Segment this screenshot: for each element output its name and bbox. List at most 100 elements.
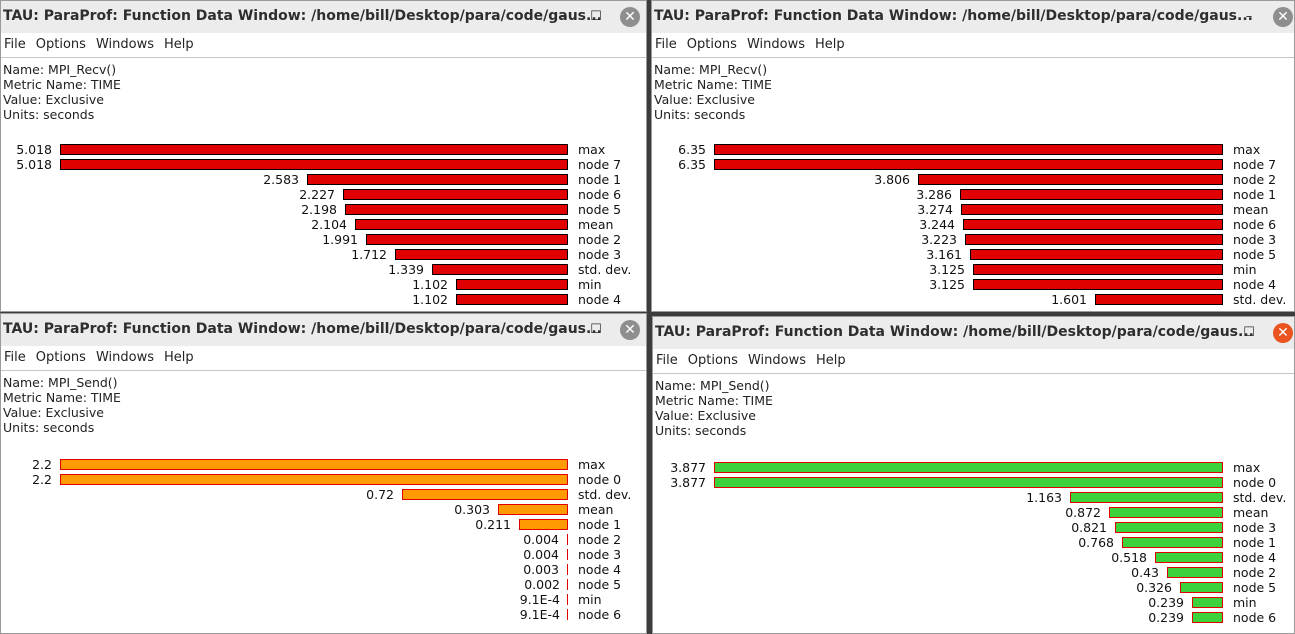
bar-row[interactable]: 2.2 max (1, 457, 646, 472)
value-bar[interactable] (343, 189, 568, 200)
bar-row[interactable]: 0.326 node 5 (653, 580, 1294, 595)
value-bar[interactable] (1192, 612, 1223, 623)
minimize-icon[interactable]: – (1239, 7, 1259, 27)
value-bar[interactable] (965, 234, 1223, 245)
value-bar[interactable] (714, 477, 1223, 488)
value-bar[interactable] (963, 219, 1223, 230)
bar-row[interactable]: 3.125 node 4 (652, 277, 1294, 292)
bar-row[interactable]: 6.35 max (652, 142, 1294, 157)
menu-file[interactable]: File (1, 33, 30, 52)
bar-row[interactable]: 0.43 node 2 (653, 565, 1294, 580)
bar-row[interactable]: 0.003 node 4 (1, 562, 646, 577)
value-bar[interactable] (1109, 507, 1223, 518)
menu-options[interactable]: Options (684, 33, 741, 52)
close-icon[interactable]: ✕ (620, 7, 640, 27)
bar-row[interactable]: 3.274 mean (652, 202, 1294, 217)
minimize-icon[interactable]: – (554, 320, 574, 340)
bar-row[interactable]: 0.239 node 6 (653, 610, 1294, 625)
menu-help[interactable]: Help (161, 33, 198, 52)
title-bar[interactable]: TAU: ParaProf: Function Data Window: /ho… (653, 317, 1294, 350)
bar-row[interactable]: 1.339 std. dev. (1, 262, 646, 277)
value-bar[interactable] (366, 234, 568, 245)
value-bar[interactable] (345, 204, 568, 215)
bar-row[interactable]: 3.877 max (653, 460, 1294, 475)
value-bar[interactable] (567, 579, 568, 590)
menu-file[interactable]: File (653, 349, 682, 368)
value-bar[interactable] (307, 174, 568, 185)
bar-row[interactable]: 3.161 node 5 (652, 247, 1294, 262)
value-bar[interactable] (1115, 522, 1223, 533)
value-bar[interactable] (1122, 537, 1223, 548)
bar-row[interactable]: 3.286 node 1 (652, 187, 1294, 202)
value-bar[interactable] (714, 144, 1223, 155)
menu-windows[interactable]: Windows (93, 33, 158, 52)
close-icon[interactable]: ✕ (1273, 323, 1293, 343)
bar-row[interactable]: 2.198 node 5 (1, 202, 646, 217)
value-bar[interactable] (567, 609, 568, 620)
value-bar[interactable] (973, 279, 1223, 290)
value-bar[interactable] (1095, 294, 1223, 305)
bar-row[interactable]: 1.102 node 4 (1, 292, 646, 307)
bar-row[interactable]: 5.018 node 7 (1, 157, 646, 172)
value-bar[interactable] (1192, 597, 1223, 608)
value-bar[interactable] (960, 189, 1223, 200)
menu-help[interactable]: Help (812, 33, 849, 52)
minimize-icon[interactable]: – (554, 7, 574, 27)
value-bar[interactable] (1167, 567, 1223, 578)
value-bar[interactable] (567, 549, 568, 560)
value-bar[interactable] (970, 249, 1223, 260)
value-bar[interactable] (60, 459, 568, 470)
menu-options[interactable]: Options (33, 33, 90, 52)
maximize-icon[interactable]: ☐ (586, 320, 606, 340)
bar-row[interactable]: 2.227 node 6 (1, 187, 646, 202)
menu-windows[interactable]: Windows (93, 346, 158, 365)
bar-row[interactable]: 0.821 node 3 (653, 520, 1294, 535)
bar-row[interactable]: 0.002 node 5 (1, 577, 646, 592)
bar-row[interactable]: 0.004 node 3 (1, 547, 646, 562)
value-bar[interactable] (60, 474, 568, 485)
menu-options[interactable]: Options (685, 349, 742, 368)
bar-row[interactable]: 1.991 node 2 (1, 232, 646, 247)
bar-row[interactable]: 0.768 node 1 (653, 535, 1294, 550)
value-bar[interactable] (456, 294, 568, 305)
value-bar[interactable] (1180, 582, 1223, 593)
value-bar[interactable] (60, 159, 568, 170)
menu-help[interactable]: Help (813, 349, 850, 368)
menu-file[interactable]: File (652, 33, 681, 52)
menu-windows[interactable]: Windows (744, 33, 809, 52)
bar-row[interactable]: 0.004 node 2 (1, 532, 646, 547)
value-bar[interactable] (402, 489, 568, 500)
value-bar[interactable] (714, 462, 1223, 473)
bar-row[interactable]: 2.2 node 0 (1, 472, 646, 487)
title-bar[interactable]: TAU: ParaProf: Function Data Window: /ho… (1, 314, 646, 347)
menu-options[interactable]: Options (33, 346, 90, 365)
value-bar[interactable] (567, 534, 568, 545)
value-bar[interactable] (1155, 552, 1223, 563)
bar-row[interactable]: 3.244 node 6 (652, 217, 1294, 232)
value-bar[interactable] (519, 519, 568, 530)
value-bar[interactable] (567, 594, 568, 605)
value-bar[interactable] (1070, 492, 1223, 503)
value-bar[interactable] (355, 219, 568, 230)
bar-row[interactable]: 0.211 node 1 (1, 517, 646, 532)
bar-row[interactable]: 0.303 mean (1, 502, 646, 517)
value-bar[interactable] (60, 144, 568, 155)
value-bar[interactable] (714, 159, 1223, 170)
value-bar[interactable] (456, 279, 568, 290)
title-bar[interactable]: TAU: ParaProf: Function Data Window: /ho… (1, 1, 646, 34)
value-bar[interactable] (395, 249, 568, 260)
minimize-icon[interactable]: – (1205, 323, 1225, 343)
value-bar[interactable] (973, 264, 1223, 275)
value-bar[interactable] (498, 504, 568, 515)
maximize-icon[interactable]: ☐ (1239, 323, 1259, 343)
bar-row[interactable]: 2.104 mean (1, 217, 646, 232)
bar-row[interactable]: 9.1E-4 node 6 (1, 607, 646, 622)
bar-row[interactable]: 0.872 mean (653, 505, 1294, 520)
menu-file[interactable]: File (1, 346, 30, 365)
bar-row[interactable]: 1.601 std. dev. (652, 292, 1294, 307)
bar-row[interactable]: 3.877 node 0 (653, 475, 1294, 490)
value-bar[interactable] (961, 204, 1223, 215)
bar-row[interactable]: 3.223 node 3 (652, 232, 1294, 247)
bar-row[interactable]: 3.806 node 2 (652, 172, 1294, 187)
bar-row[interactable]: 9.1E-4 min (1, 592, 646, 607)
